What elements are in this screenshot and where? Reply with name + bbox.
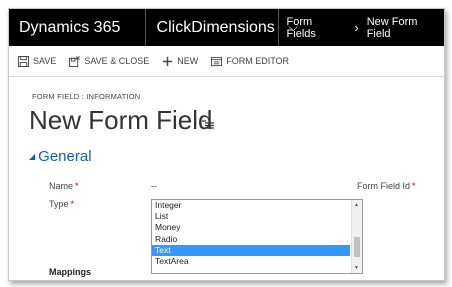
breadcrumb-current: New Form Field (366, 15, 418, 40)
type-option-integer[interactable]: Integer (152, 200, 350, 211)
menu-icon[interactable] (202, 120, 215, 130)
type-option-text[interactable]: Text (152, 244, 350, 256)
breadcrumb-form-fields[interactable]: Form Fields (287, 16, 345, 40)
chevron-right-icon: › (354, 20, 359, 35)
page-title: New Form Field (29, 105, 213, 135)
scroll-down-arrow-icon[interactable]: ▼ (354, 265, 359, 271)
form-editor-label: FORM EDITOR (226, 56, 290, 66)
type-option-list[interactable]: List (152, 211, 350, 222)
save-close-icon (69, 55, 81, 67)
name-field-value[interactable]: -- (151, 181, 157, 191)
type-listbox[interactable]: Integer List Money Radio Text TextArea ▲… (151, 199, 363, 274)
required-asterisk: * (75, 181, 79, 191)
collapse-triangle-icon: ◢ (29, 152, 36, 161)
form-field-id-label: Form Field Id * (357, 181, 416, 191)
save-label: SAVE (33, 56, 57, 66)
area-selector[interactable]: ClickDimensions ⌵ (146, 9, 298, 46)
type-field-label: Type * (49, 199, 74, 209)
plus-icon (163, 56, 173, 66)
save-and-close-button[interactable]: SAVE & CLOSE (69, 55, 150, 67)
breadcrumb: Form Fields › New Form Field (279, 9, 444, 46)
top-nav-bar: Dynamics 365 ClickDimensions ⌵ Form Fiel… (9, 9, 444, 46)
app-brand[interactable]: Dynamics 365 (9, 9, 146, 46)
type-option-radio[interactable]: Radio (152, 234, 350, 245)
name-field-label: Name * (49, 181, 79, 191)
new-label: NEW (177, 56, 199, 66)
scrollbar-thumb[interactable] (354, 237, 360, 257)
required-asterisk: * (412, 181, 416, 191)
form-field-id-text: Form Field Id (357, 181, 411, 191)
type-option-money[interactable]: Money (152, 222, 350, 233)
name-label: Name (49, 181, 74, 191)
section-general[interactable]: ◢ General (29, 148, 92, 165)
save-icon (18, 55, 29, 67)
area-label: ClickDimensions (156, 18, 275, 36)
required-asterisk: * (70, 199, 75, 209)
save-close-label: SAVE & CLOSE (84, 56, 150, 66)
form-editor-button[interactable]: FORM EDITOR (211, 56, 289, 67)
type-option-textarea[interactable]: TextArea (152, 256, 350, 267)
save-button[interactable]: SAVE (18, 55, 57, 67)
listbox-scrollbar[interactable]: ▲ ▼ (351, 200, 362, 273)
scroll-up-arrow-icon[interactable]: ▲ (354, 202, 359, 208)
command-bar: SAVE SAVE & CLOSE NEW FORM EDITOR (9, 46, 444, 77)
app-window: Dynamics 365 ClickDimensions ⌵ Form Fiel… (8, 8, 445, 281)
form-selector-label[interactable]: FORM FIELD : INFORMATION (32, 92, 140, 101)
mappings-heading: Mappings (49, 267, 91, 277)
new-button[interactable]: NEW (162, 56, 198, 67)
type-label: Type (49, 199, 69, 209)
section-title: General (38, 148, 92, 165)
form-editor-icon (211, 56, 223, 66)
